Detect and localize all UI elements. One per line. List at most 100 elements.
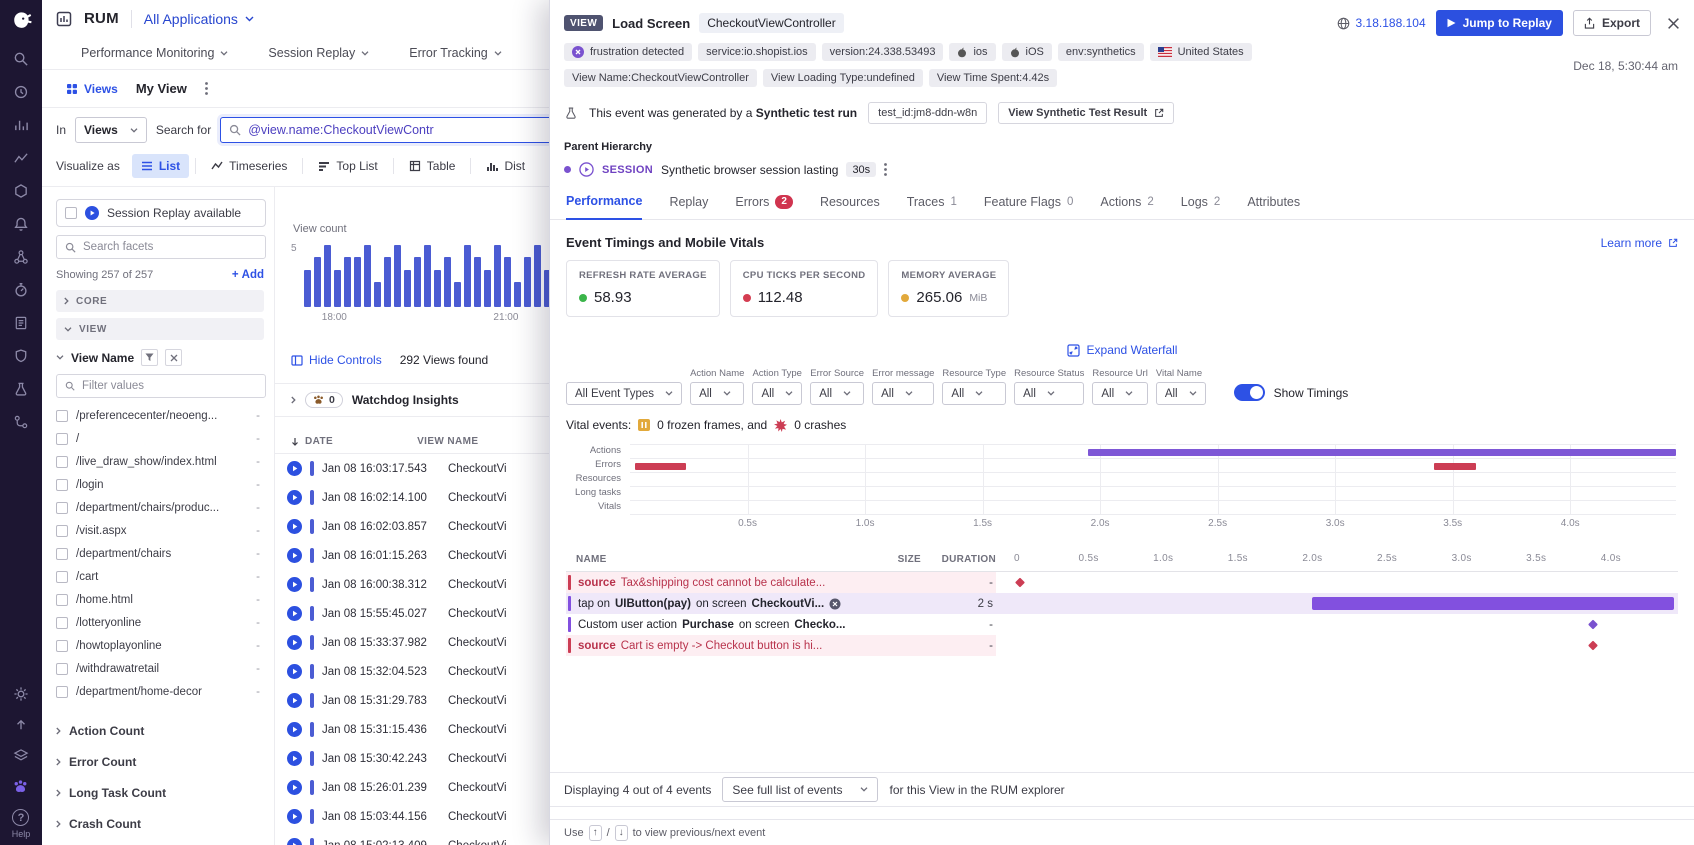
session-hierarchy-row[interactable]: SESSION Synthetic browser session lastin… (550, 153, 1694, 177)
watchdog-insights[interactable]: 0 Watchdog Insights (275, 383, 549, 417)
visualize-option-top-list[interactable]: Top List (309, 154, 386, 178)
dashboards-icon[interactable] (13, 116, 30, 133)
view-event-row[interactable]: Jan 08 15:31:29.783CheckoutVi (275, 686, 549, 715)
filter-select[interactable]: All (1092, 382, 1147, 405)
view-event-row[interactable]: Jan 08 16:03:17.543CheckoutVi (275, 454, 549, 483)
learn-more-link[interactable]: Learn more (1601, 236, 1678, 250)
checkbox[interactable] (56, 663, 68, 675)
views-button[interactable]: Views (66, 82, 118, 96)
session-replay-play-icon[interactable] (287, 490, 302, 505)
checkbox[interactable] (56, 410, 68, 422)
checkbox[interactable] (56, 617, 68, 629)
hide-controls-button[interactable]: Hide Controls (291, 353, 382, 367)
export-button[interactable]: Export (1573, 10, 1651, 36)
session-replay-play-icon[interactable] (287, 635, 302, 650)
session-replay-play-icon[interactable] (287, 809, 302, 824)
session-replay-play-icon[interactable] (287, 780, 302, 795)
size-column-header[interactable]: SIZE (866, 554, 921, 565)
close-panel-icon[interactable] (1667, 17, 1680, 30)
tab-errors[interactable]: Errors2 (735, 194, 793, 219)
meta-chip[interactable]: View Time Spent:4.42s (929, 69, 1057, 87)
facet-filter-icon[interactable] (141, 349, 158, 366)
waterfall-bar[interactable] (1088, 449, 1676, 456)
session-options-kebab-icon[interactable] (884, 163, 887, 176)
view-event-row[interactable]: Jan 08 15:26:01.239CheckoutVi (275, 773, 549, 802)
facet-value-row[interactable]: /home.html- (56, 588, 266, 611)
session-replay-available-filter[interactable]: Session Replay available (56, 199, 266, 227)
tab-attributes[interactable]: Attributes (1247, 194, 1300, 219)
expand-waterfall-button[interactable]: Expand Waterfall (1067, 343, 1178, 357)
checkbox[interactable] (56, 686, 68, 698)
tab-traces[interactable]: Traces1 (907, 194, 957, 219)
nav-tab-error-tracking[interactable]: Error Tracking (409, 46, 502, 60)
session-replay-play-icon[interactable] (287, 519, 302, 534)
session-replay-play-icon[interactable] (287, 838, 302, 845)
checkbox[interactable] (56, 640, 68, 652)
tag-frustration-detected[interactable]: frustration detected (564, 43, 692, 61)
tag-service-io-shopist-ios[interactable]: service:io.shopist.ios (698, 43, 816, 61)
search-input[interactable] (248, 123, 549, 137)
event-row[interactable]: source Tax&shipping cost cannot be calcu… (566, 572, 1678, 593)
view-name-column-header[interactable]: VIEW NAME (417, 436, 478, 447)
view-event-row[interactable]: Jan 08 15:30:42.243CheckoutVi (275, 744, 549, 773)
sort-descending-icon[interactable] (291, 437, 299, 446)
toggle-on-icon[interactable] (1234, 384, 1265, 401)
tab-replay[interactable]: Replay (669, 194, 708, 219)
facet-value-row[interactable]: /withdrawatretail- (56, 657, 266, 680)
filter-select[interactable]: All (1014, 382, 1084, 405)
duration-column-header[interactable]: DURATION (921, 554, 996, 565)
view-event-row[interactable]: Jan 08 16:00:38.312CheckoutVi (275, 570, 549, 599)
help-button[interactable]: ? Help (12, 809, 31, 839)
checkbox[interactable] (56, 525, 68, 537)
checkbox[interactable] (56, 548, 68, 560)
facet-crash-count[interactable]: Crash Count (56, 808, 266, 839)
facet-value-row[interactable]: /live_draw_show/index.html- (56, 450, 266, 473)
nav-tab-performance-monitoring[interactable]: Performance Monitoring (81, 46, 228, 60)
date-column-header[interactable]: DATE (305, 436, 333, 447)
facet-value-row[interactable]: /department/chairs/produc...- (56, 496, 266, 519)
facet-search-input[interactable] (83, 241, 257, 253)
visualize-option-list[interactable]: List (132, 154, 189, 178)
ip-address-link[interactable]: 3.18.188.104 (1337, 16, 1426, 30)
session-replay-play-icon[interactable] (287, 693, 302, 708)
waterfall-bar[interactable] (635, 463, 687, 470)
checkbox[interactable] (56, 456, 68, 468)
waterfall-bar[interactable] (1434, 463, 1476, 470)
visualize-option-table[interactable]: Table (400, 154, 465, 178)
view-synthetic-test-result-button[interactable]: View Synthetic Test Result (998, 102, 1174, 124)
tag-united-states[interactable]: United States (1150, 43, 1252, 61)
view-event-row[interactable]: Jan 08 16:02:03.857CheckoutVi (275, 512, 549, 541)
facet-value-row[interactable]: /- (56, 427, 266, 450)
checkbox[interactable] (56, 594, 68, 606)
checkbox[interactable] (65, 207, 77, 219)
test-id-chip[interactable]: test_id:jm8-ddn-w8n (868, 102, 987, 124)
tag-ios[interactable]: ios (949, 43, 995, 61)
view-options-kebab-icon[interactable] (205, 82, 208, 95)
name-column-header[interactable]: NAME (566, 554, 866, 565)
view-event-row[interactable]: Jan 08 15:33:37.982CheckoutVi (275, 628, 549, 657)
organization-icon[interactable] (12, 747, 29, 764)
facet-group-view[interactable]: VIEW (56, 318, 264, 340)
synthetics-icon[interactable] (13, 380, 30, 397)
checkbox[interactable] (56, 479, 68, 491)
bits-ai-icon[interactable] (12, 778, 29, 795)
session-replay-play-icon[interactable] (287, 461, 302, 476)
filter-select[interactable]: All (752, 382, 802, 405)
tag-env-synthetics[interactable]: env:synthetics (1058, 43, 1144, 61)
filter-select[interactable]: All (942, 382, 1006, 405)
event-row[interactable]: Custom user action Purchase on screen Ch… (566, 614, 1678, 635)
filter-select[interactable]: All (872, 382, 934, 405)
facet-value-row[interactable]: /howtoplayonline- (56, 634, 266, 657)
tab-logs[interactable]: Logs2 (1181, 194, 1221, 219)
checkbox[interactable] (56, 433, 68, 445)
facet-error-count[interactable]: Error Count (56, 746, 266, 777)
filter-select[interactable]: All Event Types (566, 382, 682, 405)
network-icon[interactable] (13, 248, 30, 265)
monitors-icon[interactable] (13, 215, 30, 232)
facet-clear-icon[interactable] (165, 349, 182, 366)
search-icon[interactable] (13, 50, 30, 67)
session-replay-play-icon[interactable] (287, 722, 302, 737)
event-duration-bar[interactable] (1312, 597, 1673, 610)
session-replay-play-icon[interactable] (287, 606, 302, 621)
facet-value-row[interactable]: /preferencecenter/neoeng...- (56, 404, 266, 427)
